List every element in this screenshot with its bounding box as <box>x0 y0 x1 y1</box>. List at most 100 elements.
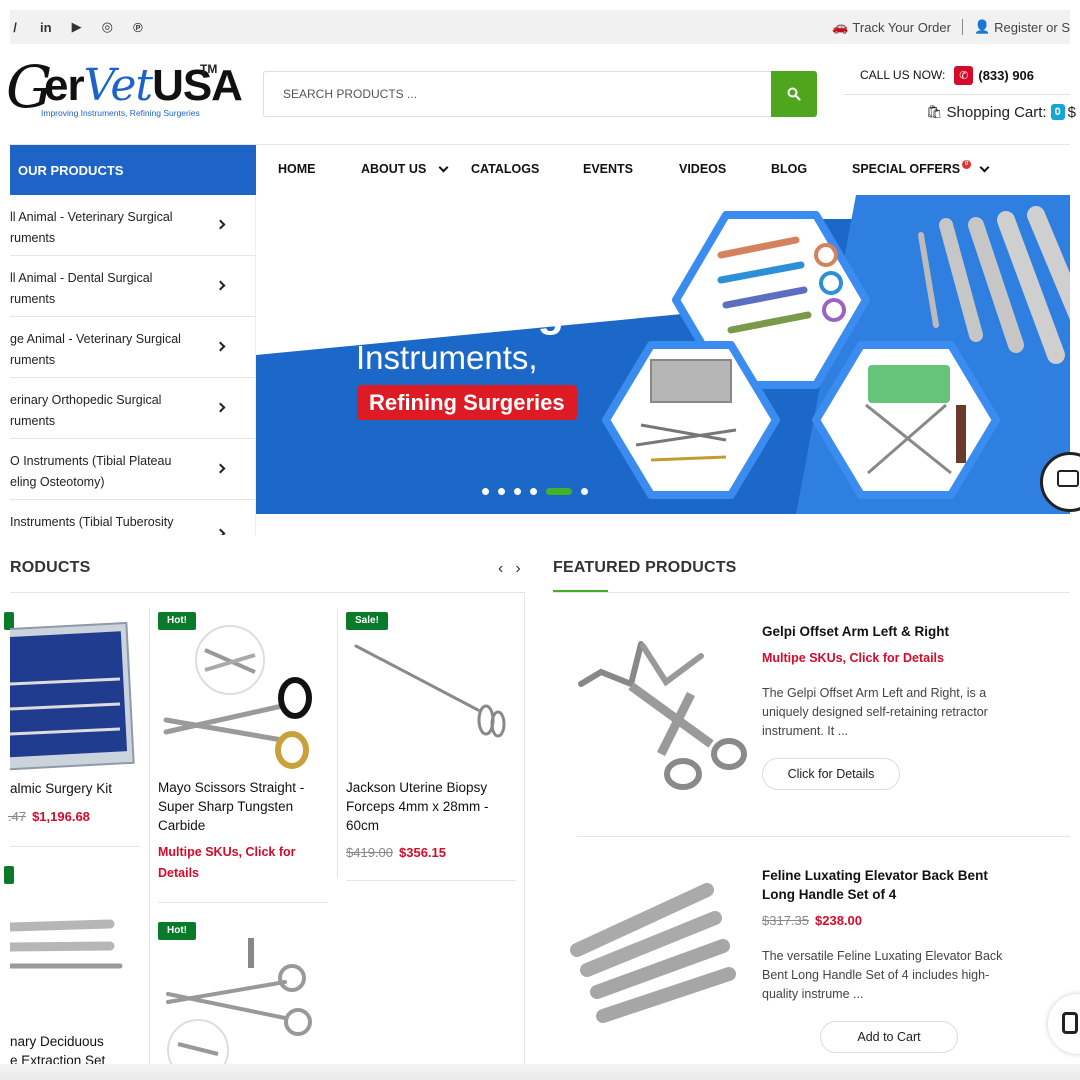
featured-product-card[interactable]: Gelpi Offset Arm Left & Right Multipe SK… <box>553 606 1070 836</box>
chevron-right-icon <box>215 280 226 291</box>
product-card[interactable]: Sale! Jackson Uterine Biopsy Forceps 4mm… <box>338 608 524 878</box>
product-name[interactable]: almic Surgery Kit <box>10 779 149 798</box>
product-name[interactable]: Mayo Scissors Straight - Super Sharp Tun… <box>158 778 333 835</box>
category-item[interactable]: erinary Orthopedic Surgical ruments <box>10 378 255 439</box>
product-name[interactable]: Jackson Uterine Biopsy Forceps 4mm x 28m… <box>346 778 522 835</box>
featured-product-name[interactable]: Feline Luxating Elevator Back Bent Long … <box>762 866 1062 904</box>
chevron-right-icon <box>215 402 226 413</box>
top-links: 🚗 Track Your Order 👤 Register or S <box>832 10 1070 44</box>
slider-dot[interactable] <box>482 488 489 495</box>
divider <box>577 836 1070 837</box>
shopping-bag-icon: 🛍 <box>926 104 943 119</box>
product-price: $419.00 $356.15 <box>346 845 446 860</box>
nav-events[interactable]: EVENTS <box>583 162 633 176</box>
featured-product-description: The Gelpi Offset Arm Left and Right, is … <box>762 686 988 738</box>
category-sidebar: ll Animal - Veterinary Surgical ruments … <box>10 195 256 535</box>
product-card[interactable]: Hot! Mayo Scissors Straight - Super Shar… <box>150 608 337 902</box>
chevron-left-icon[interactable]: ‹ <box>498 560 503 578</box>
divider <box>346 880 516 881</box>
phone-icon: ✆ <box>954 65 974 85</box>
our-products-heading[interactable]: OUR PRODUCTS <box>10 145 256 195</box>
call-label: CALL US NOW: <box>860 68 946 82</box>
category-item[interactable]: ge Animal - Veterinary Surgical ruments <box>10 317 255 378</box>
linkedin-icon[interactable]: in <box>40 20 52 35</box>
divider <box>10 592 525 593</box>
hero-banner[interactable]: Improving Instruments, Refining Surgerie… <box>256 195 1070 514</box>
divider <box>843 94 1070 95</box>
shopping-cart[interactable]: 🛍 Shopping Cart: 0 $ <box>926 101 1076 123</box>
cart-total: $ <box>1067 103 1076 121</box>
youtube-icon[interactable]: ▶ <box>72 19 82 35</box>
slider-dot[interactable] <box>530 488 537 495</box>
nav-catalogs[interactable]: CATALOGS <box>471 162 539 176</box>
product-image <box>163 625 312 769</box>
hero-subheading: Instruments, <box>356 339 538 376</box>
special-offers-badge: 0 <box>962 159 972 169</box>
category-item[interactable]: ll Animal - Dental Surgical ruments <box>10 256 255 317</box>
track-order-link[interactable]: Track Your Order <box>852 20 951 35</box>
page-bottom-edge <box>0 1064 1080 1080</box>
logo-tagline: Improving Instruments, Refining Surgerie… <box>41 108 200 118</box>
chevron-down-icon <box>438 162 449 172</box>
search-icon <box>787 87 801 101</box>
logo-trademark: TM <box>200 62 218 76</box>
category-item[interactable]: ll Animal - Veterinary Surgical ruments <box>10 195 255 256</box>
category-item[interactable]: O Instruments (Tibial Plateau eling Oste… <box>10 439 255 500</box>
chevron-right-icon[interactable]: › <box>515 560 520 578</box>
nav-about-us[interactable]: ABOUT US <box>361 162 449 176</box>
divider <box>961 19 963 35</box>
chat-icon <box>1062 1012 1078 1034</box>
product-card[interactable]: nary Deciduous e Extraction Set <box>4 862 149 1068</box>
product-price: .47 $1,196.68 <box>8 809 90 824</box>
chevron-right-icon <box>215 528 226 535</box>
twitter-icon[interactable]: / <box>10 20 20 35</box>
nav-home[interactable]: HOME <box>278 162 316 176</box>
slider-dot-active[interactable] <box>546 488 572 495</box>
product-image <box>570 883 736 1023</box>
featured-product-name[interactable]: Gelpi Offset Arm Left & Right <box>762 622 1062 641</box>
nav-videos[interactable]: VIDEOS <box>679 162 726 176</box>
search-button[interactable] <box>771 71 817 117</box>
mail-icon <box>1057 470 1079 487</box>
hex-retractor-image <box>812 341 1000 499</box>
featured-product-description: The versatile Feline Luxating Elevator B… <box>762 949 1003 1001</box>
add-to-cart-button[interactable]: Add to Cart <box>820 1021 958 1053</box>
chevron-right-icon <box>215 341 226 352</box>
nav-special-offers[interactable]: SPECIAL OFFERS 0 <box>852 159 990 176</box>
product-image <box>166 938 312 1080</box>
product-tag <box>4 866 14 884</box>
top-bar: / in ▶ ◎ ℗ 🚗 Track Your Order 👤 Register… <box>10 10 1070 44</box>
divider <box>158 902 328 903</box>
search-input[interactable] <box>264 72 772 116</box>
divider <box>553 592 1070 593</box>
divider <box>524 592 525 1068</box>
featured-product-card[interactable]: Feline Luxating Elevator Back Bent Long … <box>553 850 1070 1060</box>
slider-dot[interactable] <box>498 488 505 495</box>
nav-blog[interactable]: BLOG <box>771 162 807 176</box>
slider-dot[interactable] <box>514 488 521 495</box>
cart-label: Shopping Cart: <box>946 103 1047 121</box>
pinterest-icon[interactable]: ℗ <box>133 20 143 35</box>
divider <box>10 846 140 847</box>
phone-number[interactable]: (833) 906 <box>978 68 1034 83</box>
slider-dots <box>482 488 588 495</box>
product-skus-link[interactable]: Multipe SKUs, Click for Details <box>762 648 1062 669</box>
instagram-icon[interactable]: ◎ <box>102 19 113 35</box>
hero-tagline: Refining Surgeries <box>357 385 577 420</box>
register-link[interactable]: Register or S <box>994 20 1070 35</box>
chevron-down-icon <box>979 162 990 172</box>
site-logo[interactable]: G erVetUSA TM Improving Instruments, Ref… <box>6 52 243 128</box>
category-item[interactable]: Instruments (Tibial Tuberosity <box>10 500 255 535</box>
featured-section-title: FEATURED PRODUCTS <box>553 559 737 576</box>
page: / in ▶ ◎ ℗ 🚗 Track Your Order 👤 Register… <box>0 0 1080 1080</box>
car-icon: 🚗 <box>832 19 849 34</box>
product-skus-link[interactable]: Multipe SKUs, Click for Details <box>158 842 333 884</box>
product-card[interactable]: Hot! <box>150 918 337 1080</box>
slider-dot[interactable] <box>581 488 588 495</box>
product-card[interactable]: almic Surgery Kit .47 $1,196.68 <box>4 608 149 846</box>
click-for-details-button[interactable]: Click for Details <box>762 758 900 790</box>
carousel-arrows: ‹ › <box>498 560 521 578</box>
section-underline <box>553 590 608 592</box>
hero-heading: Improving <box>356 288 564 336</box>
chevron-right-icon <box>215 219 226 230</box>
